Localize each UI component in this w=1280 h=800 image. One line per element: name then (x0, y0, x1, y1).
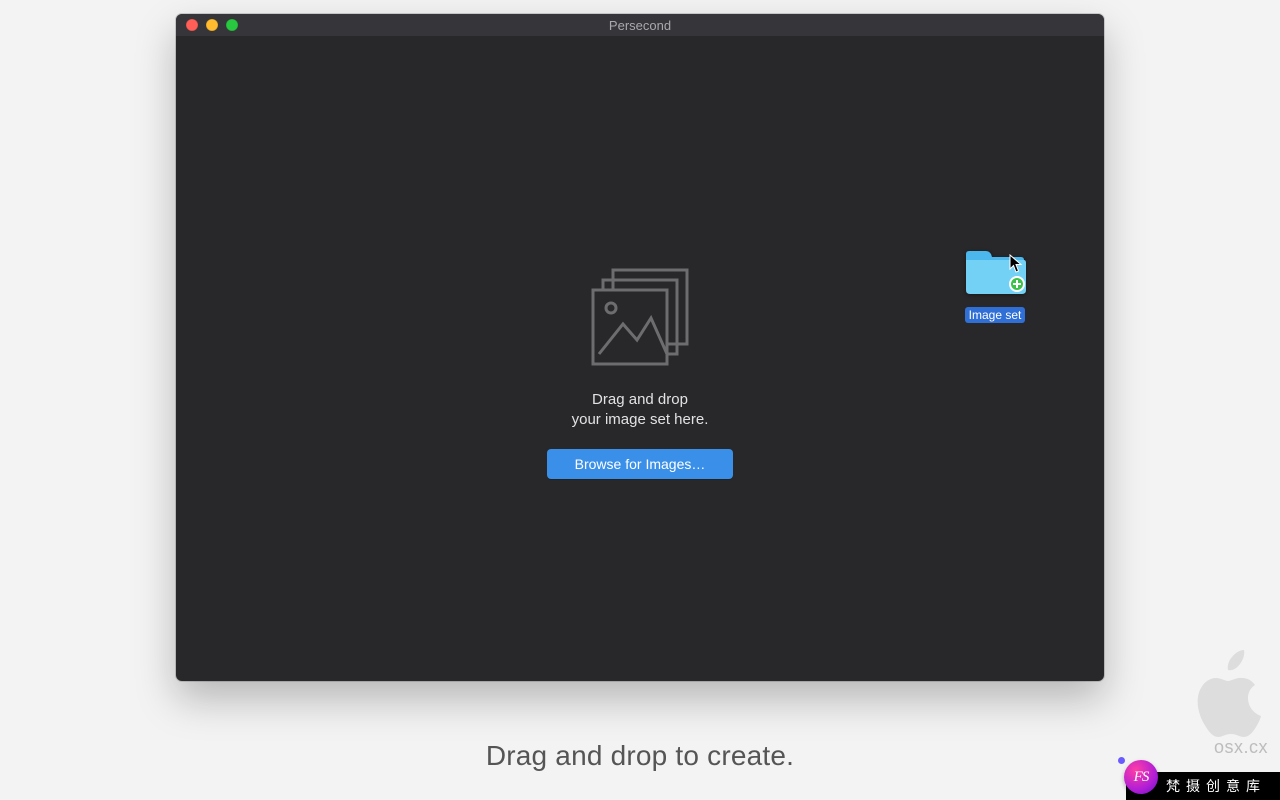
close-button[interactable] (186, 19, 198, 31)
page-caption: Drag and drop to create. (0, 740, 1280, 772)
drop-zone[interactable]: Drag and drop your image set here. Brows… (490, 262, 790, 479)
badge-initials: FS (1134, 769, 1149, 786)
dropzone-text-line1: Drag and drop (490, 390, 790, 410)
dropzone-text-line2: your image set here. (490, 410, 790, 430)
add-badge-icon (1009, 276, 1025, 292)
fullscreen-button[interactable] (226, 19, 238, 31)
source-badge: FS 梵摄创意库 (1126, 772, 1280, 800)
window-title: Persecond (176, 18, 1104, 33)
minimize-button[interactable] (206, 19, 218, 31)
dragged-folder[interactable]: Image set (961, 250, 1029, 324)
window-controls (186, 19, 238, 31)
titlebar[interactable]: Persecond (176, 14, 1104, 36)
badge-logo-icon: FS (1124, 760, 1158, 794)
site-watermark: osx.cx (1214, 737, 1268, 758)
badge-text: 梵摄创意库 (1166, 776, 1266, 796)
badge-dot-icon (1118, 757, 1125, 764)
browse-images-button[interactable]: Browse for Images… (547, 449, 733, 479)
dragged-folder-label: Image set (965, 307, 1026, 323)
app-window: Persecond Drag and drop your image set h… (176, 14, 1104, 681)
image-stack-icon (585, 262, 695, 372)
apple-watermark-icon (1186, 650, 1264, 742)
